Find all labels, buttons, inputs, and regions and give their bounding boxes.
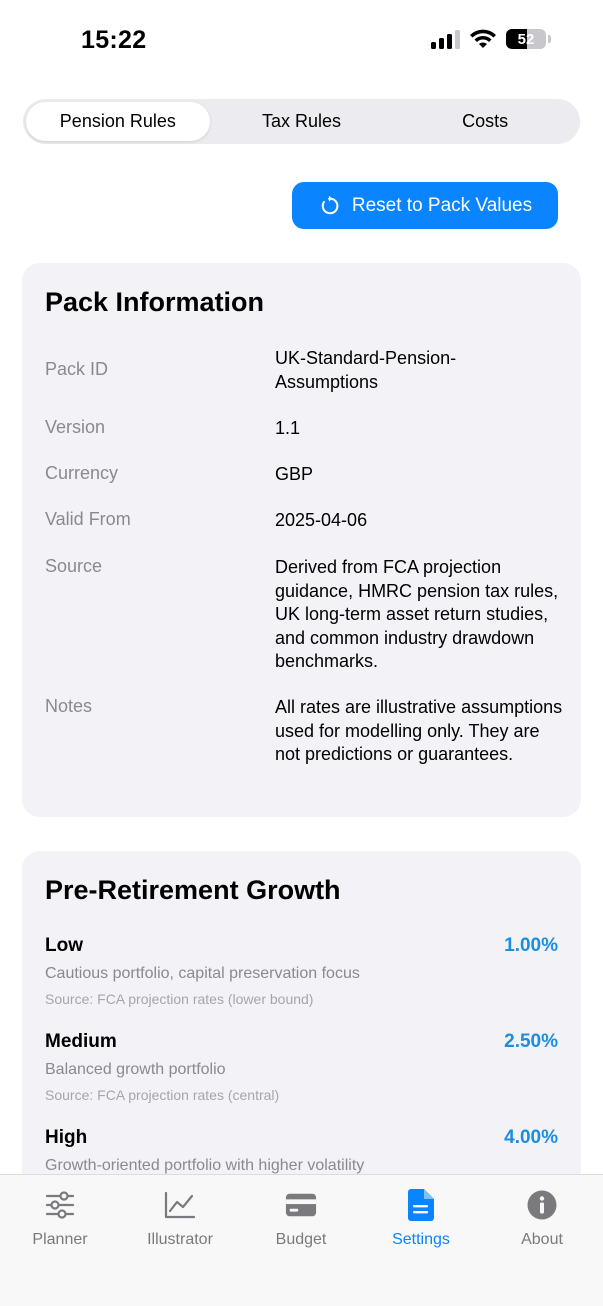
info-icon	[526, 1189, 558, 1221]
pre-retirement-growth-card: Pre-Retirement Growth Low 1.00% Cautious…	[22, 851, 581, 1191]
info-value: All rates are illustrative assumptions u…	[275, 697, 563, 764]
pack-information-card: Pack Information Pack ID UK-Standard-Pen…	[22, 263, 581, 817]
info-value: 2025-04-06	[275, 510, 368, 530]
tab-label: Settings	[392, 1231, 450, 1248]
growth-description: Growth-oriented portfolio with higher vo…	[45, 1157, 365, 1174]
growth-rate[interactable]: 2.50%	[504, 1031, 558, 1053]
status-icons: 52	[431, 29, 551, 49]
info-value: UK-Standard-Pension-Assumptions	[275, 348, 457, 392]
info-value: Derived from FCA projection guidance, HM…	[275, 557, 559, 671]
cellular-signal-icon	[431, 29, 460, 49]
tab-tax-rules[interactable]: Tax Rules	[210, 102, 394, 141]
tab-illustrator[interactable]: Illustrator	[120, 1189, 240, 1249]
growth-source: Source: FCA projection rates (lower boun…	[45, 991, 314, 1007]
tab-label: About	[521, 1231, 563, 1248]
info-label: Notes	[45, 696, 93, 716]
reset-arrow-icon	[321, 195, 339, 214]
growth-item-high: High 4.00% Growth-oriented portfolio wit…	[45, 1127, 558, 1175]
growth-item-medium: Medium 2.50% Balanced growth portfolio S…	[45, 1031, 558, 1103]
growth-name: Low	[45, 935, 83, 956]
growth-rate[interactable]: 1.00%	[504, 935, 558, 957]
info-value: 1.1	[275, 418, 301, 438]
tab-costs[interactable]: Costs	[393, 102, 577, 141]
chart-line-icon	[164, 1189, 196, 1221]
info-label: Valid From	[45, 509, 131, 529]
sliders-icon	[44, 1189, 76, 1221]
wifi-icon	[470, 29, 496, 48]
info-label: Pack ID	[45, 359, 109, 379]
info-label: Source	[45, 556, 103, 576]
info-value: GBP	[275, 464, 314, 484]
tab-budget[interactable]: Budget	[241, 1189, 361, 1249]
reset-button-label: Reset to Pack Values	[351, 194, 533, 216]
card-icon	[285, 1189, 317, 1221]
growth-source: Source: FCA projection rates (central)	[45, 1087, 280, 1103]
growth-item-low: Low 1.00% Cautious portfolio, capital pr…	[45, 935, 558, 1007]
pack-information-title: Pack Information	[45, 287, 265, 317]
growth-title: Pre-Retirement Growth	[45, 875, 341, 905]
tab-label: Illustrator	[147, 1231, 213, 1248]
info-label: Version	[45, 417, 106, 437]
tab-bar: Planner Illustrator Budget Settings Abou…	[0, 1174, 603, 1306]
battery-level: 52	[517, 30, 535, 48]
growth-description: Balanced growth portfolio	[45, 1061, 226, 1078]
growth-name: High	[45, 1127, 88, 1148]
status-time: 15:22	[81, 26, 147, 54]
tab-about[interactable]: About	[482, 1189, 602, 1249]
rules-segmented-control: Pension Rules Tax Rules Costs	[23, 99, 580, 144]
reset-to-pack-values-button[interactable]: Reset to Pack Values	[292, 182, 558, 229]
battery-icon: 52	[506, 29, 546, 49]
info-label: Currency	[45, 463, 119, 483]
tab-settings[interactable]: Settings	[361, 1189, 481, 1249]
document-icon	[405, 1189, 437, 1221]
tab-label: Planner	[32, 1231, 88, 1248]
tab-planner[interactable]: Planner	[0, 1189, 120, 1249]
tab-label: Budget	[275, 1231, 327, 1248]
growth-name: Medium	[45, 1031, 117, 1052]
growth-description: Cautious portfolio, capital preservation…	[45, 965, 360, 982]
growth-rate[interactable]: 4.00%	[504, 1127, 558, 1149]
tab-pension-rules[interactable]: Pension Rules	[26, 102, 210, 141]
status-bar: 15:22 52	[0, 0, 603, 80]
